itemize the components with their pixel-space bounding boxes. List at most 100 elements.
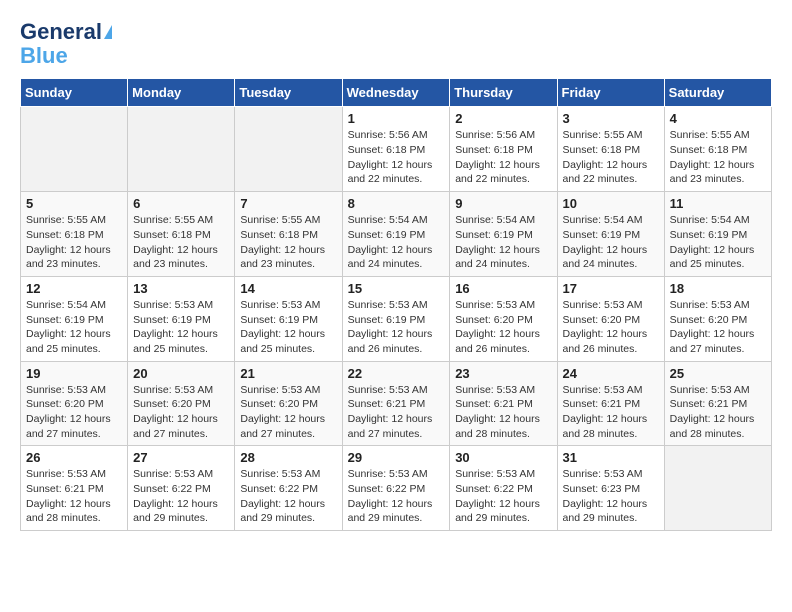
calendar-cell (21, 107, 128, 192)
day-number: 21 (240, 366, 336, 381)
calendar-cell: 25 Sunrise: 5:53 AM Sunset: 6:21 PM Dayli… (664, 361, 771, 446)
day-number: 10 (563, 196, 659, 211)
day-number: 1 (348, 111, 445, 126)
calendar-cell: 28 Sunrise: 5:53 AM Sunset: 6:22 PM Dayli… (235, 446, 342, 531)
day-info: Sunrise: 5:53 AM Sunset: 6:20 PM Dayligh… (563, 298, 659, 357)
calendar-cell: 10 Sunrise: 5:54 AM Sunset: 6:19 PM Dayli… (557, 192, 664, 277)
calendar-cell: 11 Sunrise: 5:54 AM Sunset: 6:19 PM Dayli… (664, 192, 771, 277)
day-number: 17 (563, 281, 659, 296)
day-number: 22 (348, 366, 445, 381)
calendar-cell: 27 Sunrise: 5:53 AM Sunset: 6:22 PM Dayli… (128, 446, 235, 531)
day-number: 19 (26, 366, 122, 381)
day-number: 28 (240, 450, 336, 465)
day-info: Sunrise: 5:53 AM Sunset: 6:20 PM Dayligh… (26, 383, 122, 442)
calendar-cell: 2Sunrise: 5:56 AM Sunset: 6:18 PM Daylig… (450, 107, 557, 192)
weekday-header-sunday: Sunday (21, 79, 128, 107)
day-info: Sunrise: 5:55 AM Sunset: 6:18 PM Dayligh… (240, 213, 336, 272)
day-info: Sunrise: 5:53 AM Sunset: 6:21 PM Dayligh… (563, 383, 659, 442)
day-info: Sunrise: 5:55 AM Sunset: 6:18 PM Dayligh… (670, 128, 766, 187)
calendar-cell: 22 Sunrise: 5:53 AM Sunset: 6:21 PM Dayli… (342, 361, 450, 446)
day-number: 14 (240, 281, 336, 296)
calendar-cell: 20Sunrise: 5:53 AM Sunset: 6:20 PM Dayli… (128, 361, 235, 446)
logo: General Blue (20, 20, 112, 68)
day-number: 5 (26, 196, 122, 211)
day-number: 27 (133, 450, 229, 465)
day-info: Sunrise: 5:56 AM Sunset: 6:18 PM Dayligh… (348, 128, 445, 187)
calendar-cell: 18Sunrise: 5:53 AM Sunset: 6:20 PM Dayli… (664, 276, 771, 361)
calendar-cell: 15 Sunrise: 5:53 AM Sunset: 6:19 PM Dayli… (342, 276, 450, 361)
calendar-table: SundayMondayTuesdayWednesdayThursdayFrid… (20, 78, 772, 531)
day-number: 18 (670, 281, 766, 296)
day-number: 30 (455, 450, 551, 465)
calendar-cell: 30 Sunrise: 5:53 AM Sunset: 6:22 PM Dayli… (450, 446, 557, 531)
calendar-cell: 13Sunrise: 5:53 AM Sunset: 6:19 PM Dayli… (128, 276, 235, 361)
day-number: 25 (670, 366, 766, 381)
calendar-cell: 17 Sunrise: 5:53 AM Sunset: 6:20 PM Dayli… (557, 276, 664, 361)
day-info: Sunrise: 5:53 AM Sunset: 6:22 PM Dayligh… (240, 467, 336, 526)
calendar-cell: 19 Sunrise: 5:53 AM Sunset: 6:20 PM Dayli… (21, 361, 128, 446)
day-info: Sunrise: 5:54 AM Sunset: 6:19 PM Dayligh… (670, 213, 766, 272)
calendar-week-row: 1 Sunrise: 5:56 AM Sunset: 6:18 PM Daylig… (21, 107, 772, 192)
day-number: 8 (348, 196, 445, 211)
day-number: 4 (670, 111, 766, 126)
day-number: 29 (348, 450, 445, 465)
day-info: Sunrise: 5:53 AM Sunset: 6:22 PM Dayligh… (348, 467, 445, 526)
day-number: 16 (455, 281, 551, 296)
day-info: Sunrise: 5:55 AM Sunset: 6:18 PM Dayligh… (133, 213, 229, 272)
day-info: Sunrise: 5:53 AM Sunset: 6:21 PM Dayligh… (670, 383, 766, 442)
day-info: Sunrise: 5:53 AM Sunset: 6:19 PM Dayligh… (133, 298, 229, 357)
day-info: Sunrise: 5:53 AM Sunset: 6:19 PM Dayligh… (240, 298, 336, 357)
calendar-cell: 3 Sunrise: 5:55 AM Sunset: 6:18 PM Daylig… (557, 107, 664, 192)
day-info: Sunrise: 5:54 AM Sunset: 6:19 PM Dayligh… (348, 213, 445, 272)
day-number: 23 (455, 366, 551, 381)
page-header: General Blue (20, 20, 772, 68)
calendar-cell: 8 Sunrise: 5:54 AM Sunset: 6:19 PM Daylig… (342, 192, 450, 277)
calendar-cell: 16 Sunrise: 5:53 AM Sunset: 6:20 PM Dayli… (450, 276, 557, 361)
day-number: 11 (670, 196, 766, 211)
calendar-week-row: 26 Sunrise: 5:53 AM Sunset: 6:21 PM Dayli… (21, 446, 772, 531)
calendar-cell: 1 Sunrise: 5:56 AM Sunset: 6:18 PM Daylig… (342, 107, 450, 192)
day-number: 26 (26, 450, 122, 465)
calendar-cell: 21 Sunrise: 5:53 AM Sunset: 6:20 PM Dayli… (235, 361, 342, 446)
weekday-header-wednesday: Wednesday (342, 79, 450, 107)
day-number: 3 (563, 111, 659, 126)
day-info: Sunrise: 5:53 AM Sunset: 6:20 PM Dayligh… (240, 383, 336, 442)
weekday-header-tuesday: Tuesday (235, 79, 342, 107)
day-info: Sunrise: 5:53 AM Sunset: 6:21 PM Dayligh… (348, 383, 445, 442)
day-number: 6 (133, 196, 229, 211)
weekday-header-thursday: Thursday (450, 79, 557, 107)
calendar-cell (128, 107, 235, 192)
calendar-cell: 24 Sunrise: 5:53 AM Sunset: 6:21 PM Dayli… (557, 361, 664, 446)
day-info: Sunrise: 5:53 AM Sunset: 6:23 PM Dayligh… (563, 467, 659, 526)
calendar-cell: 23Sunrise: 5:53 AM Sunset: 6:21 PM Dayli… (450, 361, 557, 446)
weekday-header-row: SundayMondayTuesdayWednesdayThursdayFrid… (21, 79, 772, 107)
calendar-cell: 14 Sunrise: 5:53 AM Sunset: 6:19 PM Dayli… (235, 276, 342, 361)
day-info: Sunrise: 5:53 AM Sunset: 6:20 PM Dayligh… (133, 383, 229, 442)
day-number: 31 (563, 450, 659, 465)
day-info: Sunrise: 5:54 AM Sunset: 6:19 PM Dayligh… (455, 213, 551, 272)
day-info: Sunrise: 5:55 AM Sunset: 6:18 PM Dayligh… (26, 213, 122, 272)
weekday-header-friday: Friday (557, 79, 664, 107)
day-number: 15 (348, 281, 445, 296)
calendar-cell: 6 Sunrise: 5:55 AM Sunset: 6:18 PM Daylig… (128, 192, 235, 277)
day-info: Sunrise: 5:55 AM Sunset: 6:18 PM Dayligh… (563, 128, 659, 187)
day-number: 24 (563, 366, 659, 381)
weekday-header-monday: Monday (128, 79, 235, 107)
calendar-cell: 12 Sunrise: 5:54 AM Sunset: 6:19 PM Dayli… (21, 276, 128, 361)
day-info: Sunrise: 5:54 AM Sunset: 6:19 PM Dayligh… (563, 213, 659, 272)
day-info: Sunrise: 5:54 AM Sunset: 6:19 PM Dayligh… (26, 298, 122, 357)
calendar-cell: 31 Sunrise: 5:53 AM Sunset: 6:23 PM Dayli… (557, 446, 664, 531)
logo-text-general: General (20, 20, 102, 44)
day-info: Sunrise: 5:53 AM Sunset: 6:21 PM Dayligh… (26, 467, 122, 526)
calendar-cell: 7 Sunrise: 5:55 AM Sunset: 6:18 PM Daylig… (235, 192, 342, 277)
calendar-week-row: 5 Sunrise: 5:55 AM Sunset: 6:18 PM Daylig… (21, 192, 772, 277)
calendar-cell: 4 Sunrise: 5:55 AM Sunset: 6:18 PM Daylig… (664, 107, 771, 192)
calendar-cell (235, 107, 342, 192)
day-number: 12 (26, 281, 122, 296)
day-info: Sunrise: 5:53 AM Sunset: 6:19 PM Dayligh… (348, 298, 445, 357)
calendar-cell: 29 Sunrise: 5:53 AM Sunset: 6:22 PM Dayli… (342, 446, 450, 531)
day-info: Sunrise: 5:53 AM Sunset: 6:20 PM Dayligh… (455, 298, 551, 357)
day-info: Sunrise: 5:53 AM Sunset: 6:22 PM Dayligh… (455, 467, 551, 526)
day-info: Sunrise: 5:53 AM Sunset: 6:22 PM Dayligh… (133, 467, 229, 526)
day-number: 7 (240, 196, 336, 211)
